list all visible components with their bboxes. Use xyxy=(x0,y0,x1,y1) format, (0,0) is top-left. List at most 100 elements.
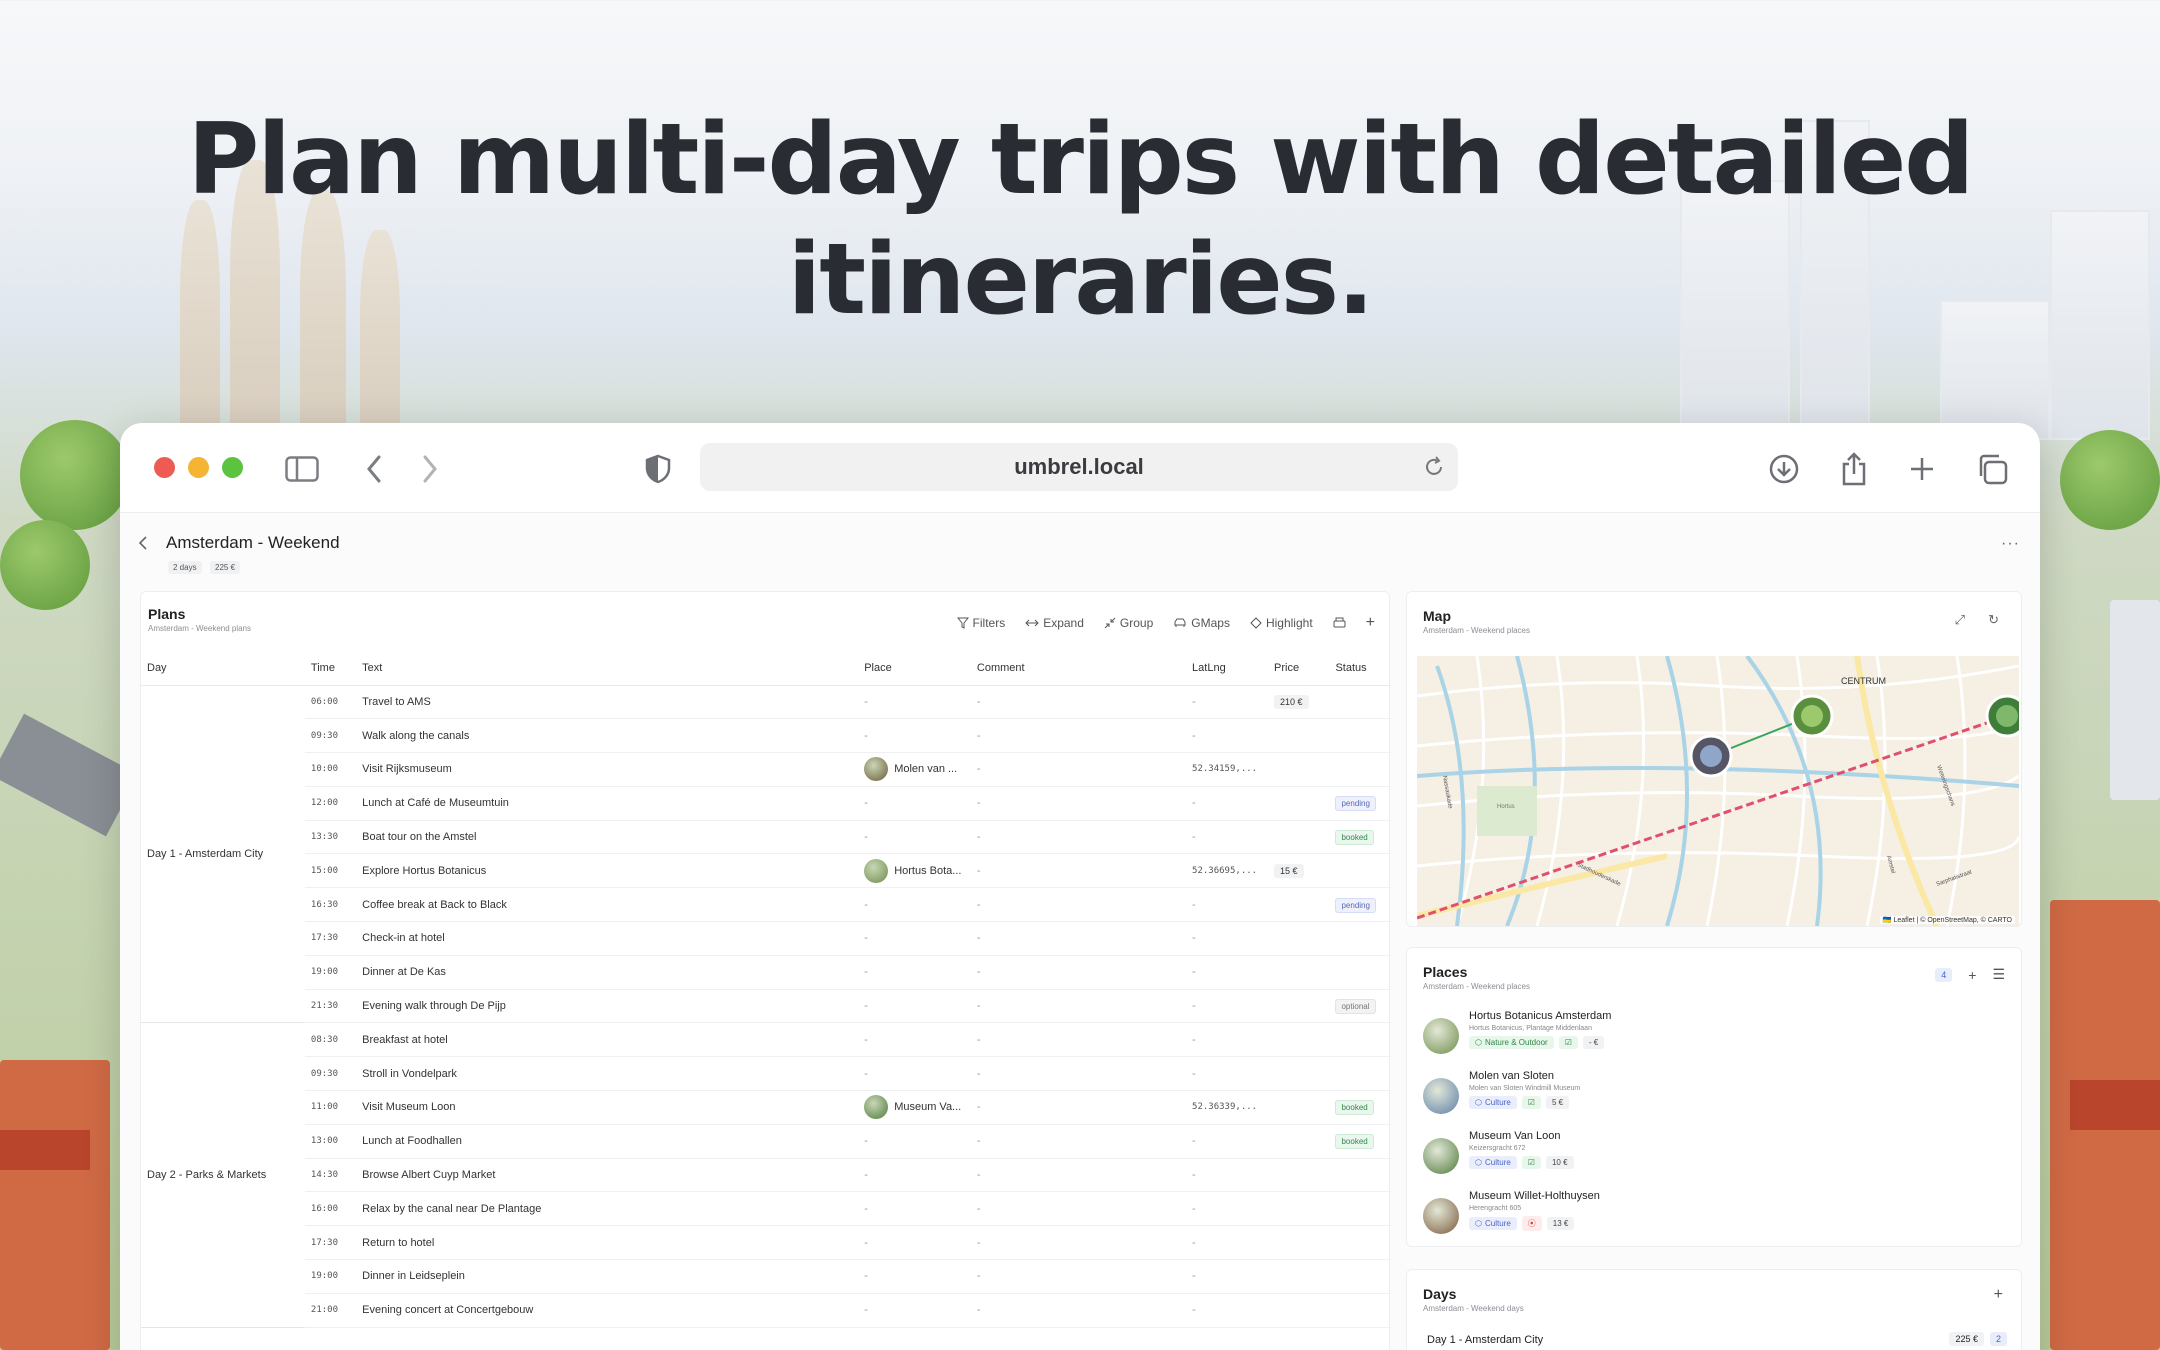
table-row[interactable]: 09:30 Walk along the canals - - - xyxy=(141,718,1391,754)
visited-check-icon[interactable]: ☑ xyxy=(1521,1096,1541,1109)
gmaps-button[interactable]: GMaps xyxy=(1173,616,1230,630)
plan-status: optional xyxy=(1329,989,1391,1024)
share-icon[interactable] xyxy=(1834,449,1874,489)
table-row[interactable]: 19:00 Dinner at De Kas - - - xyxy=(141,955,1391,990)
back-chevron-icon[interactable] xyxy=(138,535,148,556)
plan-text: Walk along the canals xyxy=(356,718,859,754)
add-place-icon[interactable]: + xyxy=(1968,967,1976,983)
add-day-icon[interactable]: + xyxy=(1994,1286,2003,1304)
table-row[interactable]: 14:30 Browse Albert Cuyp Market - - - xyxy=(141,1158,1391,1193)
table-row[interactable]: 21:30 Evening walk through De Pijp - - - opti… xyxy=(141,989,1391,1024)
highlight-icon xyxy=(1250,617,1262,629)
column-header-comment[interactable]: Comment xyxy=(970,652,1187,686)
place-thumbnail xyxy=(864,858,889,883)
car-icon xyxy=(1174,618,1186,627)
plan-status xyxy=(1329,1022,1391,1058)
table-row[interactable]: 15:00 Explore Hortus Botanicus Hortus Bota… xyxy=(141,853,1391,889)
table-row[interactable]: Day 1 - Amsterdam City 06:00 Travel to AMS… xyxy=(141,685,1391,1024)
table-row[interactable]: 17:30 Check-in at hotel - - - xyxy=(141,921,1391,956)
map-view[interactable]: CENTRUM Hortus Nassaukade Weteringschans… xyxy=(1417,656,2019,926)
column-header-latlng[interactable]: LatLng xyxy=(1186,652,1268,686)
reload-icon[interactable] xyxy=(1422,455,1446,479)
column-header-status[interactable]: Status xyxy=(1329,652,1391,686)
minimize-window-button[interactable] xyxy=(188,457,209,478)
trip-meta: 2 days 225 € xyxy=(168,557,244,575)
status-badge[interactable]: pending xyxy=(1335,897,1376,913)
place-list-item[interactable]: Hortus Botanicus Amsterdam Hortus Botanic… xyxy=(1423,1010,1611,1054)
plan-status xyxy=(1329,1191,1391,1227)
table-row[interactable]: 13:00 Lunch at Foodhallen - - - booked xyxy=(141,1124,1391,1159)
plan-place: - xyxy=(858,955,971,990)
tab-overview-icon[interactable] xyxy=(1972,449,2012,489)
column-header-text[interactable]: Text xyxy=(356,652,859,686)
privacy-shield-icon[interactable] xyxy=(638,449,678,489)
map-marker-molen[interactable] xyxy=(1985,694,2019,738)
plan-place: Museum Va... xyxy=(858,1090,971,1125)
map-marker-hortus[interactable] xyxy=(1790,694,1834,738)
refresh-map-icon[interactable]: ↻ xyxy=(1988,612,1999,628)
sidebar-toggle-icon[interactable] xyxy=(282,449,322,489)
group-button[interactable]: Group xyxy=(1104,616,1153,630)
new-tab-icon[interactable] xyxy=(1902,449,1942,489)
column-header-time[interactable]: Time xyxy=(304,652,357,686)
map-marker-museum-van-loon[interactable] xyxy=(1689,734,1733,778)
place-name: Museum Willet-Holthuysen xyxy=(1469,1190,1600,1202)
table-row[interactable]: 17:30 Return to hotel - - - xyxy=(141,1225,1391,1261)
table-row[interactable]: 16:30 Coffee break at Back to Black - - - pen… xyxy=(141,887,1391,923)
maximize-window-button[interactable] xyxy=(222,457,243,478)
browser-window: umbrel.local Amsterdam - Weekend 2 days … xyxy=(120,423,2040,1350)
status-badge[interactable]: pending xyxy=(1335,796,1376,812)
visited-check-icon[interactable]: ☑ xyxy=(1521,1156,1541,1169)
column-header-day[interactable]: Day xyxy=(141,652,305,686)
fullscreen-icon[interactable]: ⤢ xyxy=(1955,612,1965,628)
price-chip: 15 € xyxy=(1274,863,1304,878)
place-name[interactable]: Museum Va... xyxy=(894,1101,961,1113)
status-badge[interactable]: optional xyxy=(1335,999,1376,1015)
place-price-tag: 5 € xyxy=(1545,1096,1570,1109)
table-row[interactable]: 21:00 Evening concert at Concertgebouw - - - xyxy=(141,1293,1391,1328)
forward-icon[interactable] xyxy=(410,449,450,489)
table-row[interactable]: 16:00 Relax by the canal near De Plantage… xyxy=(141,1191,1391,1227)
table-row[interactable]: 09:30 Stroll in Vondelpark - - - xyxy=(141,1056,1391,1092)
plan-time: 13:30 xyxy=(304,820,357,855)
table-row[interactable]: 12:00 Lunch at Café de Museumtuin - - - pendi… xyxy=(141,786,1391,821)
place-name[interactable]: Molen van ... xyxy=(894,763,957,775)
downloads-icon[interactable] xyxy=(1764,449,1804,489)
table-row[interactable]: 13:30 Boat tour on the Amstel - - - booked xyxy=(141,820,1391,855)
table-row[interactable]: 10:00 Visit Rijksmuseum Molen van ... -52.3… xyxy=(141,752,1391,787)
visited-check-icon[interactable]: ☑ xyxy=(1558,1036,1578,1049)
filters-button[interactable]: Filters xyxy=(956,616,1005,630)
expand-button[interactable]: Expand xyxy=(1025,616,1084,630)
place-list-item[interactable]: Museum Van Loon Keizersgracht 672 ⬡ Culture… xyxy=(1423,1130,1574,1174)
more-options-icon[interactable]: ··· xyxy=(2001,535,2020,553)
plan-place: - xyxy=(858,921,971,956)
location-pin-icon[interactable]: ⦿ xyxy=(1521,1216,1542,1231)
plan-price xyxy=(1268,1158,1330,1193)
status-badge[interactable]: booked xyxy=(1335,1134,1374,1150)
plan-price xyxy=(1268,1056,1330,1092)
column-header-price[interactable]: Price xyxy=(1268,652,1330,686)
place-list-item[interactable]: Museum Willet-Holthuysen Herengracht 605 ⬡… xyxy=(1423,1190,1600,1234)
map-attribution[interactable]: 🇺🇦 Leaflet | © OpenStreetMap, © CARTO xyxy=(1879,916,2015,924)
table-row[interactable]: 19:00 Dinner in Leidseplein - - - xyxy=(141,1259,1391,1294)
back-icon[interactable] xyxy=(354,449,394,489)
close-window-button[interactable] xyxy=(154,457,175,478)
address-bar[interactable]: umbrel.local xyxy=(700,443,1458,491)
list-view-icon[interactable]: ☰ xyxy=(1992,966,2005,983)
plan-status: booked xyxy=(1329,1090,1391,1125)
table-row[interactable]: Day 2 - Parks & Markets 08:30 Breakfast at… xyxy=(141,1022,1391,1328)
status-badge[interactable]: booked xyxy=(1335,1100,1374,1116)
table-row[interactable]: 11:00 Visit Museum Loon Museum Va... -52.36… xyxy=(141,1090,1391,1125)
place-name[interactable]: Hortus Bota... xyxy=(894,865,961,877)
highlight-button[interactable]: Highlight xyxy=(1250,616,1313,630)
column-header-place[interactable]: Place xyxy=(858,652,971,686)
print-button[interactable] xyxy=(1333,617,1346,630)
plan-text: Browse Albert Cuyp Market xyxy=(356,1158,859,1193)
plan-price xyxy=(1268,1022,1330,1058)
add-plan-button[interactable]: + xyxy=(1366,614,1375,632)
day-list-item[interactable]: Day 1 - Amsterdam City 225 € 2 xyxy=(1427,1332,2007,1346)
place-list-item[interactable]: Molen van Sloten Molen van Sloten Windmil… xyxy=(1423,1070,1580,1114)
days-title: Days xyxy=(1423,1286,1457,1302)
status-badge[interactable]: booked xyxy=(1335,830,1374,846)
plan-time: 14:30 xyxy=(304,1158,357,1193)
